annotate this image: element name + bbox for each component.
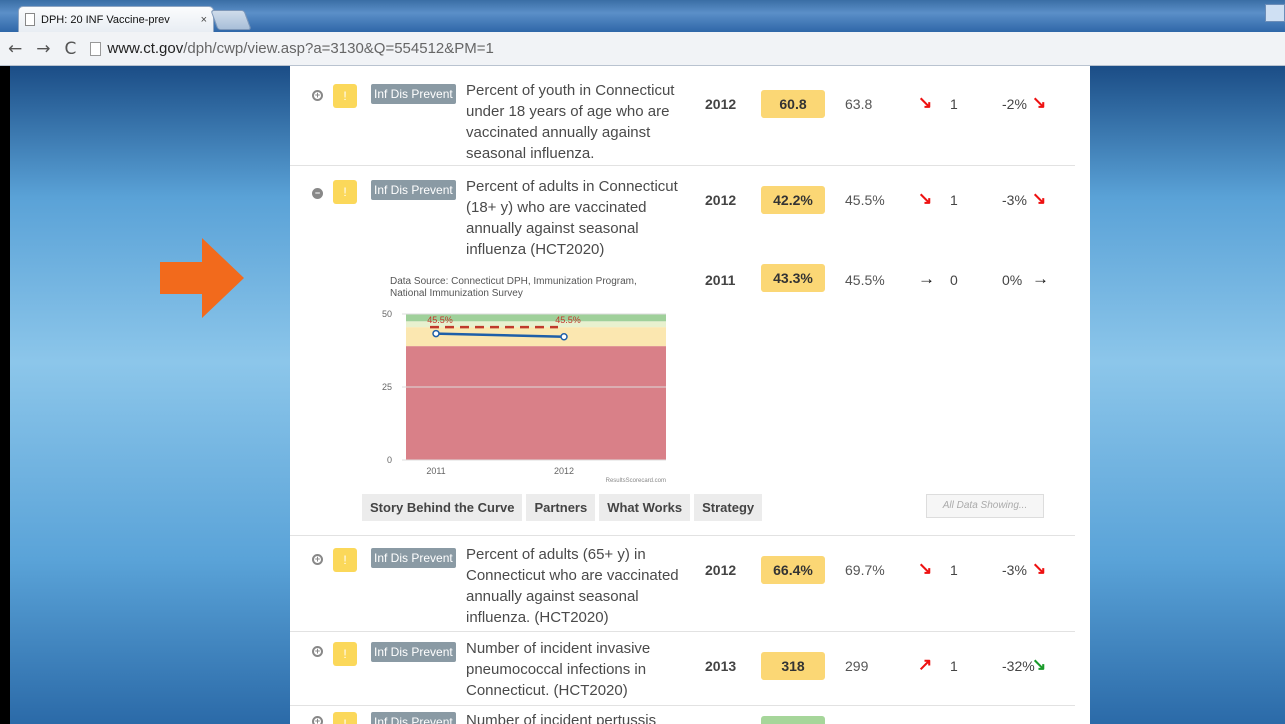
url-path: /dph/cwp/view.asp?a=3130&Q=554512&PM=1 <box>183 40 494 57</box>
warning-icon: ! <box>333 548 357 572</box>
target-label: 45.5% <box>555 315 581 325</box>
target-value: 45.5% <box>845 272 885 288</box>
target-value: 45.5% <box>845 192 885 208</box>
trend-count: 1 <box>950 562 958 578</box>
expand-icon[interactable]: + <box>312 554 323 565</box>
navigation-bar: ← → C www.ct.gov/dph/cwp/view.asp?a=3130… <box>0 32 1285 66</box>
chart: 0 25 50 2011 2012 45.5% 45.5% ResultsScorecard.… <box>382 309 666 484</box>
trend-down-icon: ↘ <box>918 189 933 208</box>
year: 2011 <box>705 272 736 288</box>
category-tag: Inf Dis Prevent <box>371 548 456 568</box>
indicator-row[interactable]: + ! Inf Dis Prevent Number of incident i… <box>290 632 1075 706</box>
indicator-row[interactable]: + ! Inf Dis Prevent Percent of youth in … <box>290 66 1075 166</box>
tab-partners[interactable]: Partners <box>526 494 596 521</box>
x-tick-label: 2011 <box>426 466 445 476</box>
trend-count: 0 <box>950 272 958 288</box>
value-badge: 66.4% <box>761 556 825 584</box>
percent-change: -3% <box>1002 192 1027 208</box>
change-down-good-icon: ↘ <box>1032 655 1047 674</box>
orange-arrow-icon <box>160 238 244 318</box>
title-bar: DPH: 20 INF Vaccine-prev × <box>0 0 1285 32</box>
data-point <box>560 333 568 341</box>
percent-change: -2% <box>1002 96 1027 112</box>
browser-tab[interactable]: DPH: 20 INF Vaccine-prev × <box>18 6 214 32</box>
category-tag: Inf Dis Prevent <box>371 180 456 200</box>
tab-strategy[interactable]: Strategy <box>694 494 763 521</box>
change-down-icon: ↘ <box>1032 93 1047 112</box>
x-tick-label: 2012 <box>554 466 574 476</box>
change-down-icon: ↘ <box>1032 559 1047 578</box>
value-badge: 60.8 <box>761 90 825 118</box>
chart-source: Data Source: Connecticut DPH, Immunizati… <box>390 276 637 299</box>
back-icon[interactable]: ← <box>8 39 22 59</box>
target-label: 45.5% <box>427 315 453 325</box>
tab-what-works[interactable]: What Works <box>599 494 691 521</box>
trend-count: 1 <box>950 658 958 674</box>
y-tick-label: 50 <box>382 309 392 319</box>
trend-up-icon: ↗ <box>918 655 933 674</box>
change-down-icon: ↘ <box>1032 189 1047 208</box>
data-point <box>432 329 440 338</box>
year: 2012 <box>705 562 737 578</box>
percent-change: -3% <box>1002 562 1027 578</box>
year: 2012 <box>705 192 737 208</box>
indicator-row[interactable]: + ! Inf Dis Prevent Percent of adults (6… <box>290 536 1075 632</box>
percent-change: 0% <box>1002 272 1023 288</box>
window-control-button[interactable] <box>1265 4 1285 22</box>
year: 2013 <box>705 658 737 674</box>
expand-icon[interactable]: + <box>312 90 323 101</box>
scorecard-panel: + ! Inf Dis Prevent Percent of youth in … <box>290 66 1090 724</box>
chart-watermark: ResultsScorecard.com <box>606 478 666 484</box>
indicator-description[interactable]: Percent of adults (65+ y) in Connecticut… <box>466 544 686 628</box>
tab-story-behind-the-curve[interactable]: Story Behind the Curve <box>362 494 523 521</box>
chart-band <box>406 346 666 460</box>
trend-count: 1 <box>950 96 958 112</box>
target-value: 63.8 <box>845 96 873 112</box>
expand-icon[interactable]: + <box>312 646 323 657</box>
forward-icon[interactable]: → <box>36 39 50 59</box>
new-tab-button[interactable] <box>210 10 252 30</box>
reload-icon[interactable]: C <box>65 39 77 59</box>
close-tab-icon[interactable]: × <box>201 14 207 26</box>
trend-count: 1 <box>950 192 958 208</box>
warning-icon: ! <box>333 712 357 724</box>
address-bar[interactable]: www.ct.gov/dph/cwp/view.asp?a=3130&Q=554… <box>90 40 494 57</box>
story-tabs: Story Behind the Curve Partners What Wor… <box>362 494 763 521</box>
indicator-description[interactable]: Percent of youth in Connecticut under 18… <box>466 80 686 164</box>
page-viewport: + ! Inf Dis Prevent Percent of youth in … <box>10 66 1285 724</box>
tab-title: DPH: 20 INF Vaccine-prev <box>41 13 170 26</box>
category-tag: Inf Dis Prevent <box>371 642 456 662</box>
value-badge <box>761 716 825 724</box>
year: 2012 <box>705 96 737 112</box>
warning-icon: ! <box>333 642 357 666</box>
change-flat-icon: → <box>1032 269 1049 288</box>
page-icon <box>90 41 102 56</box>
expand-icon[interactable]: + <box>312 716 323 724</box>
category-tag: Inf Dis Prevent <box>371 712 456 724</box>
warning-icon: ! <box>333 180 357 204</box>
indicator-description[interactable]: Number of incident invasive pneumococcal… <box>466 638 686 701</box>
trend-flat-icon: → <box>918 269 935 288</box>
percent-change: -32% <box>1002 658 1035 674</box>
indicator-description[interactable]: Percent of adults in Connecticut (18+ y)… <box>466 176 686 260</box>
indicator-description[interactable]: Number of incident pertussis <box>466 710 686 724</box>
url-domain: www.ct.gov <box>107 40 184 57</box>
trend-down-icon: ↘ <box>918 559 933 578</box>
y-tick-label: 0 <box>387 455 392 465</box>
indicator-row[interactable]: + ! Inf Dis Prevent Number of incident p… <box>290 706 1075 724</box>
collapse-icon[interactable]: − <box>312 188 323 199</box>
value-badge: 42.2% <box>761 186 825 214</box>
all-data-button[interactable]: All Data Showing... <box>926 494 1044 518</box>
category-tag: Inf Dis Prevent <box>371 84 456 104</box>
warning-icon: ! <box>333 84 357 108</box>
page-icon <box>25 13 35 26</box>
target-value: 299 <box>845 658 869 674</box>
trend-down-icon: ↘ <box>918 93 933 112</box>
value-badge: 318 <box>761 652 825 680</box>
y-tick-label: 25 <box>382 382 392 392</box>
target-value: 69.7% <box>845 562 885 578</box>
value-badge: 43.3% <box>761 264 825 292</box>
browser-window: DPH: 20 INF Vaccine-prev × ← → C www.ct.… <box>0 0 1285 724</box>
